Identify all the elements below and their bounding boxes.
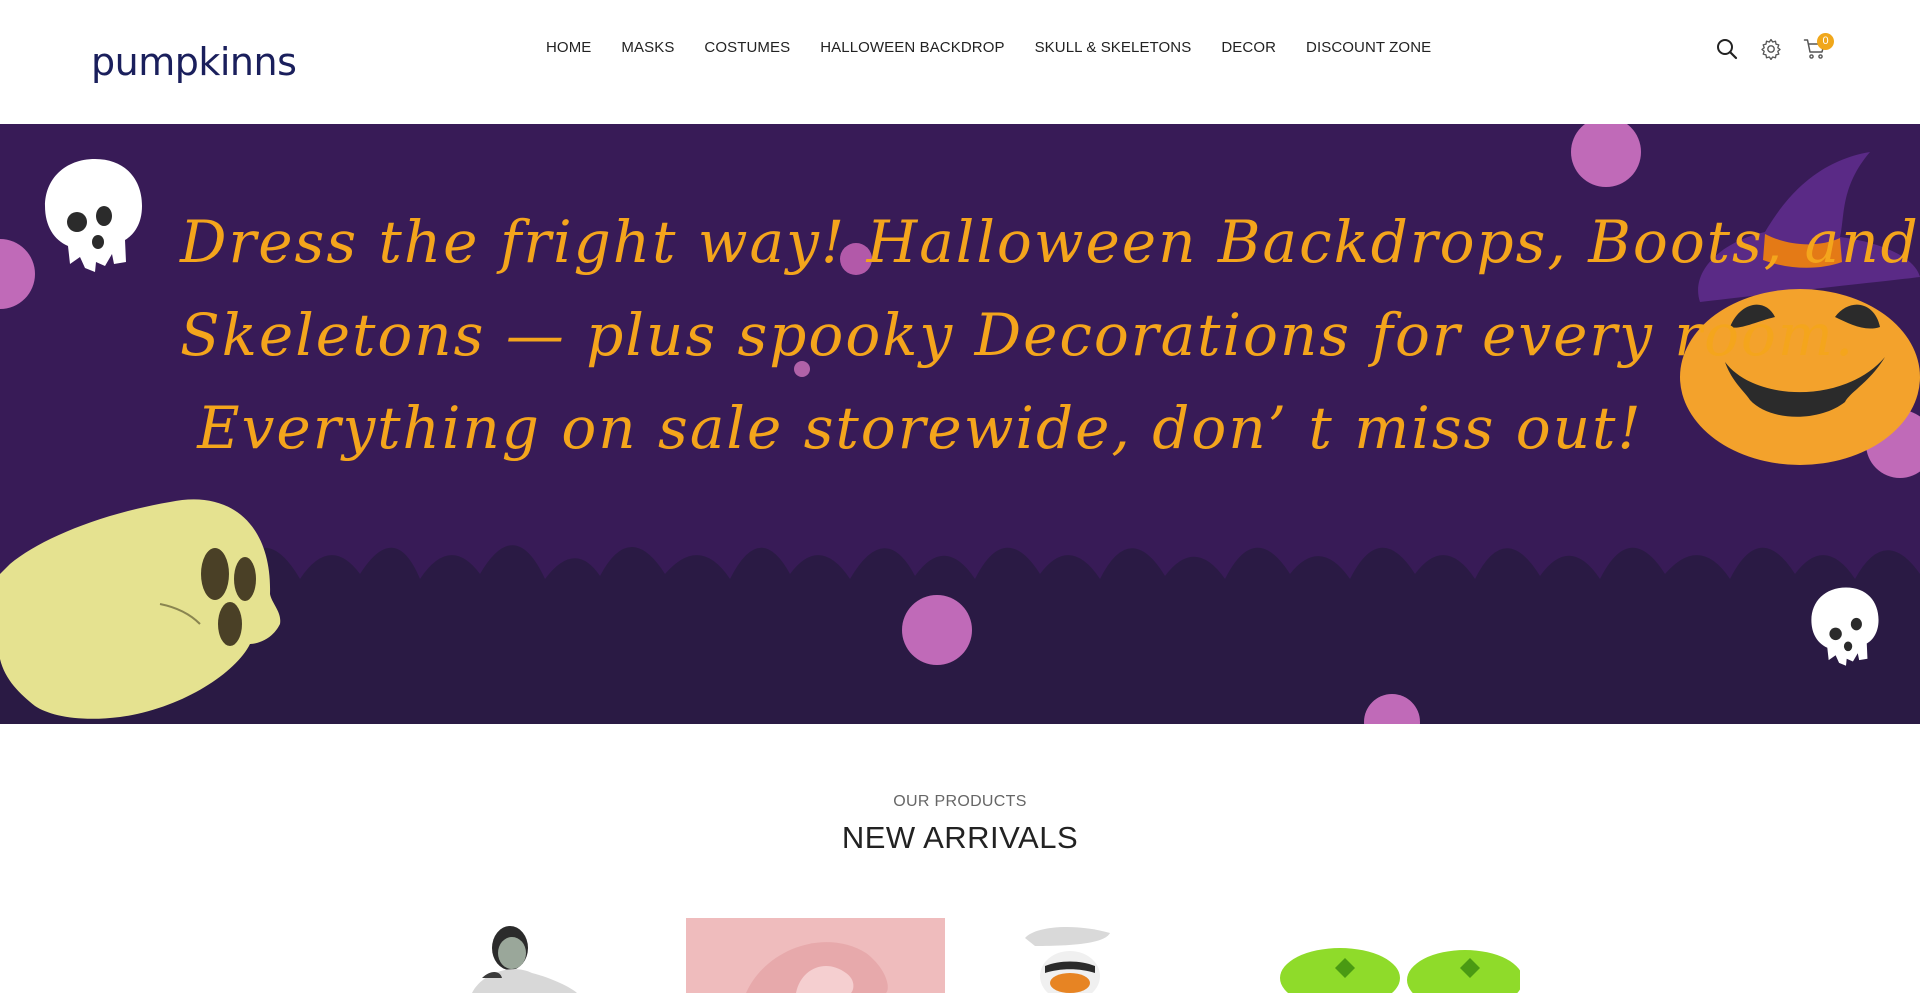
hero-headline: Dress the fright way! Halloween Backdrop… bbox=[180, 196, 1920, 475]
gear-icon[interactable] bbox=[1759, 36, 1783, 62]
cart-count-badge: 0 bbox=[1817, 33, 1834, 50]
product-card[interactable] bbox=[686, 918, 945, 993]
nav-home[interactable]: HOME bbox=[546, 39, 591, 56]
main-nav: HOME MASKS COSTUMES HALLOWEEN BACKDROP S… bbox=[546, 39, 1461, 56]
section-title: NEW ARRIVALS bbox=[841, 820, 1079, 855]
nav-discount-zone[interactable]: DISCOUNT ZONE bbox=[1306, 39, 1431, 56]
ghost-icon bbox=[0, 499, 281, 719]
hero-line-2: Skeletons — plus spooky Decorations for … bbox=[180, 301, 1856, 369]
header-icons: 0 bbox=[1715, 33, 1847, 62]
skull-icon bbox=[1811, 587, 1879, 666]
hero-line-1: Dress the fright way! Halloween Backdrop… bbox=[180, 208, 1920, 276]
product-image bbox=[1280, 948, 1520, 993]
nav-halloween-backdrop[interactable]: HALLOWEEN BACKDROP bbox=[820, 39, 1004, 56]
cart-button[interactable]: 0 bbox=[1803, 33, 1834, 62]
site-logo[interactable]: pumpkinns bbox=[91, 40, 297, 84]
product-image bbox=[472, 926, 577, 993]
search-icon[interactable] bbox=[1715, 36, 1739, 62]
hero-line-3: Everything on sale storewide, don’ t mis… bbox=[197, 394, 1643, 462]
site-header: pumpkinns HOME MASKS COSTUMES HALLOWEEN … bbox=[0, 0, 1920, 124]
skull-icon bbox=[45, 159, 142, 272]
nav-decor[interactable]: DECOR bbox=[1221, 39, 1276, 56]
product-card[interactable] bbox=[1270, 918, 1520, 993]
nav-costumes[interactable]: COSTUMES bbox=[704, 39, 790, 56]
product-card[interactable] bbox=[1015, 918, 1145, 993]
product-image bbox=[686, 918, 945, 993]
nav-skull-skeletons[interactable]: SKULL & SKELETONS bbox=[1035, 39, 1192, 56]
section-subtitle: OUR PRODUCTS bbox=[893, 793, 1027, 810]
product-card[interactable] bbox=[462, 918, 592, 993]
hero-banner[interactable]: Dress the fright way! Halloween Backdrop… bbox=[0, 124, 1920, 724]
nav-masks[interactable]: MASKS bbox=[621, 39, 674, 56]
product-image bbox=[1025, 926, 1110, 993]
